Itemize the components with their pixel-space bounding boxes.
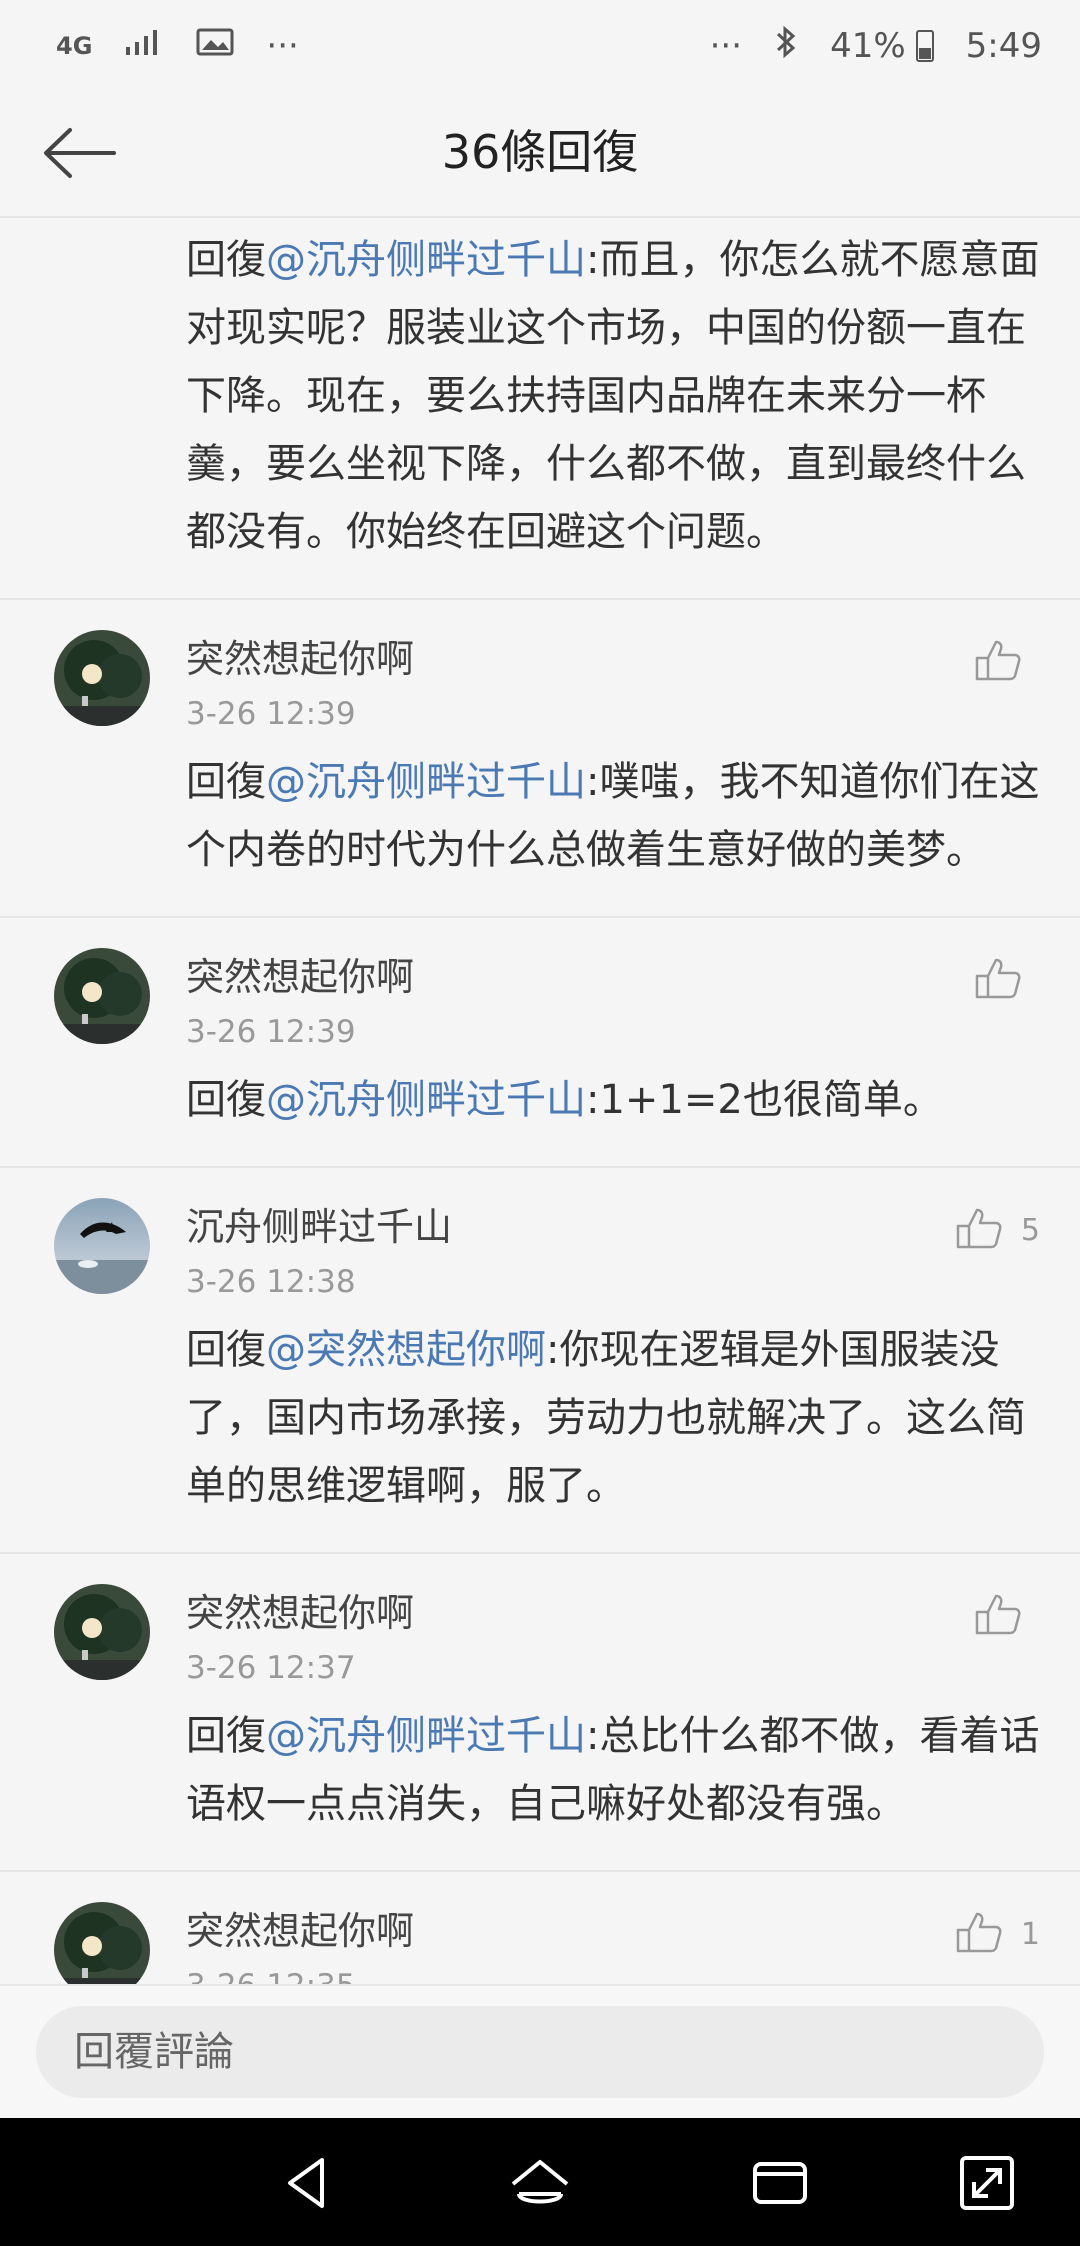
mention-link[interactable]: @沉舟侧畔过千山 — [266, 237, 586, 283]
timestamp: 3-26 12:39 — [186, 696, 356, 732]
battery-icon — [915, 30, 934, 62]
reply-bar — [0, 1984, 1080, 2118]
signal-icon — [124, 26, 164, 66]
timestamp: 3-26 12:35 — [186, 1966, 1040, 1984]
more-notifications-icon: ··· — [266, 26, 299, 66]
timestamp: 3-26 12:39 — [186, 1014, 356, 1050]
comment-text: 回復@沉舟侧畔过千山:1+1=2也很简单。 — [186, 1066, 1040, 1166]
username[interactable]: 突然想起你啊 — [186, 600, 1040, 684]
thumbs-up-icon — [974, 956, 1022, 1004]
timestamp: 3-26 12:37 — [186, 1650, 356, 1686]
nav-recent-icon[interactable] — [745, 2148, 815, 2218]
avatar[interactable] — [54, 1198, 150, 1294]
thumbs-up-icon — [974, 1592, 1022, 1640]
reply-prefix: 回復 — [186, 1713, 266, 1759]
avatar[interactable] — [54, 1584, 150, 1680]
like-count: 5 — [1020, 1212, 1040, 1248]
network-indicator: 4G — [56, 32, 93, 60]
reply-input[interactable] — [36, 2006, 1044, 2098]
comment-item: 突然想起你啊 3-26 12:39 回復@沉舟侧畔过千山:噗嗤，我不知道你们在这… — [0, 600, 1080, 918]
like-button[interactable] — [974, 638, 1040, 686]
comment-text: 回復@突然想起你啊:你现在逻辑是外国服装没了，国内市场承接，劳动力也就解决了。这… — [186, 1316, 1040, 1552]
mention-link[interactable]: @沉舟侧畔过千山 — [266, 1077, 586, 1123]
avatar[interactable] — [54, 630, 150, 726]
comment-text: 回復@沉舟侧畔过千山:总比什么都不做，看着话语权一点点消失，自己嘛好处都没有强。 — [186, 1702, 1040, 1870]
comment-item: 突然想起你啊 3-26 12:39 回復@沉舟侧畔过千山:1+1=2也很简单。 — [0, 918, 1080, 1168]
status-bar: 4G ··· ··· 41% 5:49 — [0, 0, 1080, 92]
comment-item: 回復@沉舟侧畔过千山:而且，你怎么就不愿意面对现实呢？服装业这个市场，中国的份额… — [0, 218, 1080, 600]
like-button[interactable]: 5 — [955, 1206, 1040, 1254]
system-nav-bar — [0, 2118, 1080, 2246]
reply-prefix: 回復 — [186, 237, 266, 283]
comment-body: :而且，你怎么就不愿意面对现实呢？服装业这个市场，中国的份额一直在下降。现在，要… — [186, 237, 1040, 555]
like-button[interactable] — [974, 956, 1040, 1004]
clock: 5:49 — [965, 26, 1042, 66]
thumbs-up-icon — [955, 1910, 1003, 1958]
comment-item: 5 沉舟侧畔过千山 3-26 12:38 回復@突然想起你啊:你现在逻辑是外国服… — [0, 1168, 1080, 1554]
comment-item: 1 突然想起你啊 3-26 12:35 — [0, 1872, 1080, 1984]
username[interactable]: 突然想起你啊 — [186, 918, 1040, 1002]
mention-link[interactable]: @突然想起你啊 — [266, 1327, 546, 1373]
nav-home-icon[interactable] — [505, 2148, 575, 2218]
page-title: 36條回復 — [441, 125, 639, 179]
username[interactable]: 突然想起你啊 — [186, 1872, 1040, 1956]
comment-list[interactable]: 回復@沉舟侧畔过千山:而且，你怎么就不愿意面对现实呢？服装业这个市场，中国的份额… — [0, 218, 1080, 1984]
more-status-icon: ··· — [709, 26, 743, 66]
mention-link[interactable]: @沉舟侧畔过千山 — [266, 759, 586, 805]
comment-text: 回復@沉舟侧畔过千山:而且，你怎么就不愿意面对现实呢？服装业这个市场，中国的份额… — [186, 218, 1040, 598]
mention-link[interactable]: @沉舟侧畔过千山 — [266, 1713, 586, 1759]
nav-expand-icon[interactable] — [952, 2148, 1022, 2218]
thumbs-up-icon — [974, 638, 1022, 686]
reply-prefix: 回復 — [186, 1077, 266, 1123]
bluetooth-icon — [774, 24, 798, 69]
thumbs-up-icon — [955, 1206, 1003, 1254]
username[interactable]: 突然想起你啊 — [186, 1554, 1040, 1638]
image-icon — [196, 26, 234, 66]
top-app-bar: 36條回復 — [0, 92, 1080, 218]
timestamp: 3-26 12:38 — [186, 1264, 356, 1300]
avatar[interactable] — [54, 948, 150, 1044]
like-count: 1 — [1020, 1916, 1040, 1952]
battery-percent: 41% — [830, 26, 906, 66]
like-button[interactable] — [974, 1592, 1040, 1640]
reply-prefix: 回復 — [186, 1327, 266, 1373]
like-button[interactable]: 1 — [955, 1910, 1040, 1958]
avatar[interactable] — [54, 1902, 150, 1984]
reply-prefix: 回復 — [186, 759, 266, 805]
comment-text: 回復@沉舟侧畔过千山:噗嗤，我不知道你们在这个内卷的时代为什么总做着生意好做的美… — [186, 748, 1040, 916]
comment-body: :1+1=2也很简单。 — [586, 1077, 943, 1123]
nav-back-icon[interactable] — [272, 2148, 342, 2218]
username[interactable]: 沉舟侧畔过千山 — [186, 1168, 1040, 1252]
comment-item: 突然想起你啊 3-26 12:37 回復@沉舟侧畔过千山:总比什么都不做，看着话… — [0, 1554, 1080, 1872]
